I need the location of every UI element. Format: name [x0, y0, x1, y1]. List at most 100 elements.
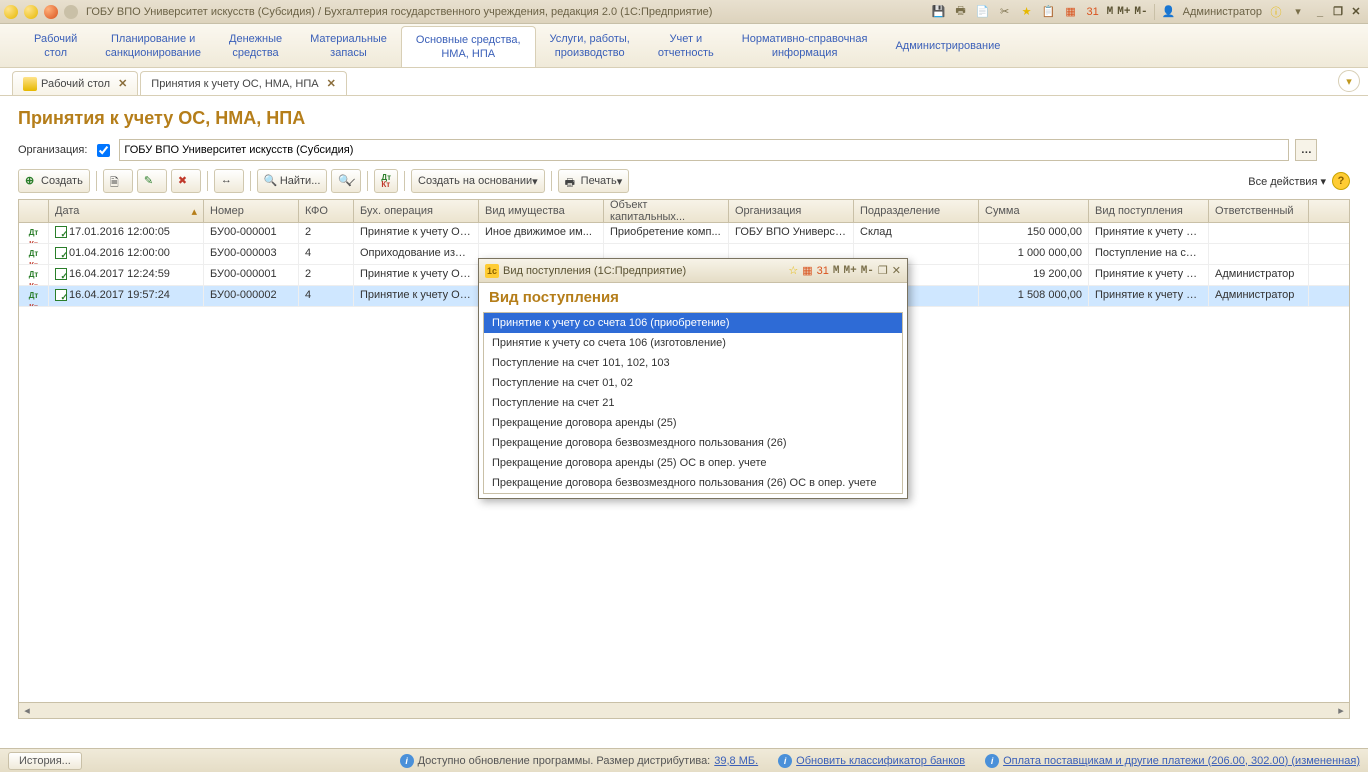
clear-find-button[interactable]: 🔍̷: [331, 169, 361, 193]
close-icon[interactable]: ✕: [1348, 5, 1364, 19]
popup-list-item[interactable]: Прекращение договора аренды (25): [484, 413, 902, 433]
popup-calendar-icon[interactable]: 31: [817, 265, 829, 277]
window-title: ГОБУ ВПО Университет искусств (Субсидия)…: [78, 6, 931, 18]
dtkt-button[interactable]: ДтКт: [374, 169, 398, 193]
copy-button[interactable]: 🗎: [103, 169, 133, 193]
nav-accounting[interactable]: Учет иотчетность: [644, 24, 728, 67]
col-kfo[interactable]: КФО: [299, 200, 354, 222]
popup-star-icon[interactable]: ☆: [788, 264, 798, 277]
popup-restore-icon[interactable]: ❐: [878, 264, 888, 277]
status-banks: i Обновить классификатор банков: [778, 754, 965, 768]
download-size-link[interactable]: 39,8 МБ.: [714, 755, 758, 767]
clipboard-icon[interactable]: 📋: [1041, 4, 1057, 20]
nav-desktop[interactable]: Рабочийстол: [20, 24, 91, 67]
filter-label: Организация:: [18, 144, 87, 156]
print-icon[interactable]: 🖶: [953, 4, 969, 20]
all-actions-button[interactable]: Все действия ▾: [1248, 175, 1326, 188]
popup-list-item[interactable]: Поступление на счет 21: [484, 393, 902, 413]
star-icon[interactable]: ★: [1019, 4, 1035, 20]
info-icon: i: [778, 754, 792, 768]
edit-button[interactable]: ✎: [137, 169, 167, 193]
h-scrollbar[interactable]: ◂ ▸: [18, 703, 1350, 719]
titlebar: ГОБУ ВПО Университет искусств (Субсидия)…: [0, 0, 1368, 24]
banks-link[interactable]: Обновить классификатор банков: [796, 755, 965, 767]
nav-admin[interactable]: Администрирование: [881, 24, 1014, 67]
scroll-right-icon[interactable]: ▸: [1333, 703, 1349, 718]
calc-icon[interactable]: ▦: [1063, 4, 1079, 20]
popup-titlebar[interactable]: 1c Вид поступления (1С:Предприятие) ☆ ▦ …: [479, 259, 907, 283]
status-payment: i Оплата поставщикам и другие платежи (2…: [985, 754, 1360, 768]
m-buttons[interactable]: MM+M-: [1107, 6, 1148, 18]
popup-list-item[interactable]: Принятие к учету со счета 106 (приобрете…: [484, 313, 902, 333]
col-org[interactable]: Организация: [729, 200, 854, 222]
popup-list-item[interactable]: Поступление на счет 101, 102, 103: [484, 353, 902, 373]
popup-list-item[interactable]: Прекращение договора безвозмездного поль…: [484, 433, 902, 453]
history-button[interactable]: История...: [8, 752, 82, 770]
col-dept[interactable]: Подразделение: [854, 200, 979, 222]
clear-search-icon: 🔍̷: [338, 174, 352, 188]
col-date[interactable]: Дата▴: [49, 200, 204, 222]
titlebar-tools: 💾 🖶 📄 ✂ ★ 📋 ▦ 31 MM+M- 👤 Администратор ⓘ…: [931, 4, 1364, 20]
col-sum[interactable]: Сумма: [979, 200, 1089, 222]
grid-header: Дата▴ Номер КФО Бух. операция Вид имущес…: [18, 199, 1350, 223]
filter-checkbox[interactable]: [97, 144, 110, 157]
user-icon: 👤: [1161, 4, 1177, 20]
dropdown-icon[interactable]: ▾: [1290, 4, 1306, 20]
col-icon[interactable]: [19, 200, 49, 222]
payment-link[interactable]: Оплата поставщикам и другие платежи (206…: [1003, 755, 1360, 767]
filter-row: Организация: …: [18, 139, 1350, 161]
popup-close-icon[interactable]: ✕: [892, 264, 901, 277]
tab-close-icon[interactable]: ✕: [327, 77, 336, 90]
sort-asc-icon: ▴: [191, 205, 197, 218]
popup-list[interactable]: Принятие к учету со счета 106 (приобрете…: [483, 312, 903, 494]
popup-list-item[interactable]: Прекращение договора безвозмездного поль…: [484, 473, 902, 493]
create-based-button[interactable]: Создать на основании ▾: [411, 169, 545, 193]
scroll-left-icon[interactable]: ◂: [19, 703, 35, 718]
col-resp[interactable]: Ответственный: [1209, 200, 1309, 222]
help-button[interactable]: ?: [1332, 172, 1350, 190]
save-icon[interactable]: 💾: [931, 4, 947, 20]
sysbtn-menu-icon[interactable]: [24, 5, 38, 19]
popup-list-item[interactable]: Поступление на счет 01, 02: [484, 373, 902, 393]
main-nav: Рабочийстол Планирование исанкционирован…: [0, 24, 1368, 68]
popup-window: 1c Вид поступления (1С:Предприятие) ☆ ▦ …: [478, 258, 908, 499]
print-button[interactable]: 🖶Печать ▾: [558, 169, 630, 193]
refresh-button[interactable]: ↔: [214, 169, 244, 193]
sysbtn-back-icon[interactable]: [44, 5, 58, 19]
find-button[interactable]: 🔍Найти...: [257, 169, 328, 193]
nav-money[interactable]: Денежныесредства: [215, 24, 296, 67]
create-button[interactable]: ⊕Создать: [18, 169, 90, 193]
popup-heading: Вид поступления: [489, 289, 897, 306]
calendar-icon[interactable]: 31: [1085, 4, 1101, 20]
nav-planning[interactable]: Планирование исанкционирование: [91, 24, 215, 67]
cut-icon[interactable]: ✂: [997, 4, 1013, 20]
popup-calc-icon[interactable]: ▦: [802, 264, 812, 277]
col-rcpt[interactable]: Вид поступления: [1089, 200, 1209, 222]
tab-desktop[interactable]: Рабочий стол ✕: [12, 71, 138, 95]
maximize-icon[interactable]: ❐: [1330, 5, 1346, 19]
org-filter-input[interactable]: [119, 139, 1289, 161]
swap-icon: ↔: [221, 174, 235, 188]
sysbtn-fwd-icon[interactable]: [64, 5, 78, 19]
popup-m-buttons[interactable]: MM+M-: [833, 265, 874, 277]
table-row[interactable]: ДтКт17.01.2016 12:00:05БУ00-0000012Приня…: [19, 223, 1349, 244]
nav-materials[interactable]: Материальныезапасы: [296, 24, 401, 67]
nav-services[interactable]: Услуги, работы,производство: [536, 24, 644, 67]
col-obj[interactable]: Объект капитальных...: [604, 200, 729, 222]
filter-select-button[interactable]: …: [1295, 139, 1317, 161]
nav-os[interactable]: Основные средства,НМА, НПА: [401, 26, 536, 67]
tabs-menu-button[interactable]: ▾: [1338, 70, 1360, 92]
minimize-icon[interactable]: _: [1312, 5, 1328, 19]
popup-list-item[interactable]: Принятие к учету со счета 106 (изготовле…: [484, 333, 902, 353]
tab-docs[interactable]: Принятия к учету ОС, НМА, НПА ✕: [140, 71, 347, 95]
doc-icon[interactable]: 📄: [975, 4, 991, 20]
popup-list-item[interactable]: Прекращение договора аренды (25) ОС в оп…: [484, 453, 902, 473]
col-num[interactable]: Номер: [204, 200, 299, 222]
nav-refs[interactable]: Нормативно-справочнаяинформация: [728, 24, 882, 67]
col-op[interactable]: Бух. операция: [354, 200, 479, 222]
delete-button[interactable]: ✖: [171, 169, 201, 193]
col-kind[interactable]: Вид имущества: [479, 200, 604, 222]
sysbtn-1c-icon[interactable]: [4, 5, 18, 19]
tab-close-icon[interactable]: ✕: [118, 77, 127, 90]
info-icon[interactable]: ⓘ: [1268, 4, 1284, 20]
